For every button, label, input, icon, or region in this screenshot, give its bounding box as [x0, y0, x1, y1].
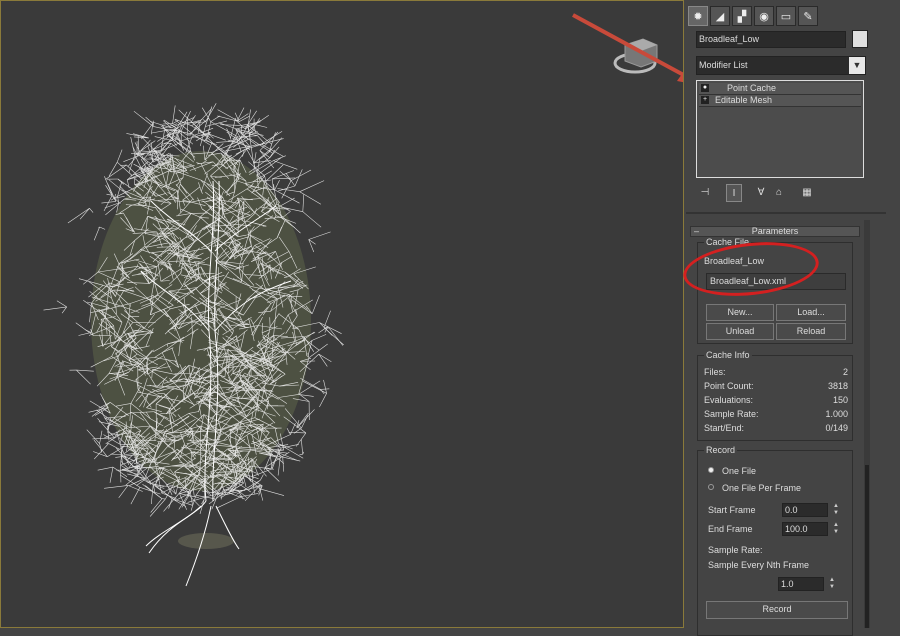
plus-icon[interactable]: +	[701, 96, 709, 104]
reload-button[interactable]: Reload	[776, 323, 846, 340]
hierarchy-tab-icon[interactable]: ▞	[732, 6, 752, 26]
radio-label: One File Per Frame	[722, 482, 801, 494]
info-value: 3818	[828, 380, 848, 392]
one-file-radio[interactable]: One File	[708, 465, 848, 477]
record-button[interactable]: Record	[706, 601, 848, 619]
info-value: 150	[833, 394, 848, 406]
info-label: Files:	[704, 367, 726, 377]
record-title: Record	[704, 446, 737, 455]
modify-tab-icon[interactable]: ◢	[710, 6, 730, 26]
command-panel: ✹ ◢ ▞ ◉ ▭ ✎ Broadleaf_Low Modifier List …	[686, 0, 900, 628]
cache-info-group: Cache Info Files: 2 Point Count: 3818 Ev…	[697, 355, 853, 441]
spinner-arrows-icon[interactable]: ▲▼	[832, 522, 840, 536]
start-frame-field[interactable]: 0.0	[782, 503, 828, 517]
load-button[interactable]: Load...	[776, 304, 846, 321]
command-panel-tabs: ✹ ◢ ▞ ◉ ▭ ✎	[686, 4, 900, 26]
utilities-tab-icon[interactable]: ✎	[798, 6, 818, 26]
lightbulb-icon[interactable]: ●	[701, 84, 709, 92]
start-frame-label: Start Frame	[708, 505, 756, 515]
object-color-swatch[interactable]	[852, 30, 868, 48]
spinner-arrows-icon[interactable]: ▲▼	[828, 577, 836, 591]
display-tab-icon[interactable]: ▭	[776, 6, 796, 26]
info-start-end: Start/End: 0/149	[704, 422, 848, 434]
pin-stack-icon[interactable]: ⊣	[698, 184, 712, 200]
stack-item-label: Point Cache	[727, 83, 776, 94]
radio-dot[interactable]	[708, 484, 714, 490]
end-frame-row: End Frame 100.0 ▲▼	[708, 521, 848, 537]
info-value: 0/149	[825, 422, 848, 434]
stack-item-point-cache[interactable]: ● Point Cache	[699, 83, 861, 95]
sample-every-row: 1.0 ▲▼	[708, 576, 848, 592]
sample-every-label: Sample Every Nth Frame	[708, 559, 809, 571]
chevron-down-icon[interactable]: ▼	[849, 57, 865, 74]
end-frame-field[interactable]: 100.0	[782, 522, 828, 536]
motion-tab-icon[interactable]: ◉	[754, 6, 774, 26]
parameters-title: Parameters	[752, 226, 799, 236]
spinner-arrows-icon[interactable]: ▲▼	[832, 503, 840, 517]
start-frame-row: Start Frame 0.0 ▲▼	[708, 502, 848, 518]
make-unique-icon[interactable]: ∀	[754, 184, 768, 200]
sample-rate-label: Sample Rate:	[708, 544, 763, 556]
create-tab-icon[interactable]: ✹	[688, 6, 708, 26]
new-button[interactable]: New...	[706, 304, 774, 321]
tree-wireframe	[1, 1, 684, 628]
modifier-list-dropdown[interactable]: Modifier List ▼	[696, 56, 866, 75]
info-value: 1.000	[825, 408, 848, 420]
info-value: 2	[843, 366, 848, 378]
record-group: Record One File One File Per Frame Start…	[697, 450, 853, 636]
info-files: Files: 2	[704, 366, 848, 378]
scrollbar-thumb[interactable]	[865, 465, 869, 628]
unload-button[interactable]: Unload	[706, 323, 774, 340]
cache-info-title: Cache Info	[704, 351, 752, 360]
info-evaluations: Evaluations: 150	[704, 394, 848, 406]
stack-toolbar: ⊣ I ∀ ⌂ ▦	[696, 184, 866, 202]
perspective-viewport[interactable]	[0, 0, 684, 628]
radio-dot[interactable]	[708, 467, 714, 473]
stack-item-editable-mesh[interactable]: + Editable Mesh	[699, 95, 861, 107]
remove-modifier-icon[interactable]: ⌂	[772, 184, 786, 200]
info-sample-rate: Sample Rate: 1.000	[704, 408, 848, 420]
info-label: Evaluations:	[704, 395, 753, 405]
radio-label: One File	[722, 465, 756, 477]
show-end-result-icon[interactable]: I	[726, 184, 742, 202]
object-name-field[interactable]: Broadleaf_Low	[696, 31, 846, 48]
end-frame-label: End Frame	[708, 524, 753, 534]
configure-sets-icon[interactable]: ▦	[800, 184, 814, 200]
info-point-count: Point Count: 3818	[704, 380, 848, 392]
one-file-per-frame-radio[interactable]: One File Per Frame	[708, 482, 848, 494]
parameters-rollout-header[interactable]: – Parameters	[690, 226, 860, 237]
info-label: Sample Rate:	[704, 409, 759, 419]
panel-divider	[686, 212, 886, 214]
modifier-stack: ● Point Cache + Editable Mesh	[696, 80, 864, 178]
collapse-icon[interactable]: –	[694, 227, 699, 236]
info-label: Start/End:	[704, 423, 744, 433]
panel-scrollbar[interactable]	[864, 220, 870, 628]
sample-every-field[interactable]: 1.0	[778, 577, 824, 591]
modifier-list-label: Modifier List	[699, 60, 748, 70]
stack-item-label: Editable Mesh	[715, 95, 772, 106]
info-label: Point Count:	[704, 381, 754, 391]
